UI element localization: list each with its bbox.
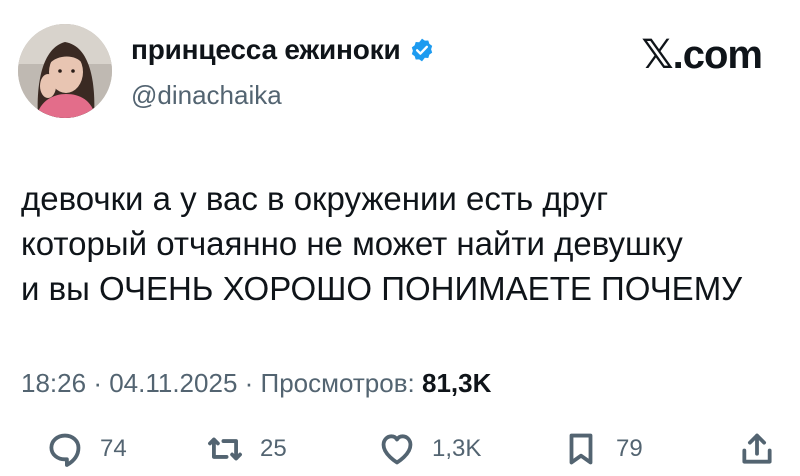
tweet-meta: 18:26 · 04.11.2025 · Просмотров: 81,3K — [21, 368, 491, 399]
views-count: 81,3K — [422, 368, 492, 398]
tweet-text: девочки а у вас в окружении есть друг ко… — [21, 176, 791, 311]
x-com-logo: 𝕏.com — [641, 33, 763, 77]
like-button[interactable]: 1,3K — [378, 430, 481, 468]
tweet-time[interactable]: 18:26 — [21, 368, 86, 398]
share-icon — [742, 433, 772, 464]
retweet-icon — [208, 437, 242, 461]
tweet-text-line: и вы ОЧЕНЬ ХОРОШО ПОНИМАЕТЕ ПОЧЕМУ — [21, 270, 743, 307]
like-count: 1,3K — [432, 435, 482, 462]
like-icon — [381, 434, 413, 465]
author-handle[interactable]: @dinachaika — [131, 80, 282, 111]
reply-count: 74 — [100, 435, 127, 462]
bookmark-button[interactable]: 79 — [562, 430, 643, 468]
bookmark-icon — [569, 433, 593, 465]
retweet-count: 25 — [260, 435, 287, 462]
reply-icon — [49, 433, 81, 467]
author-name-row: принцесса ежиноки — [131, 34, 435, 66]
avatar[interactable] — [18, 24, 112, 118]
views-label: Просмотров: — [260, 368, 415, 398]
retweet-button[interactable]: 25 — [206, 430, 287, 468]
avatar-image — [18, 24, 112, 118]
separator: · — [93, 368, 110, 398]
verified-badge-icon — [409, 37, 435, 63]
tweet-date[interactable]: 04.11.2025 — [109, 368, 237, 398]
author-display-name[interactable]: принцесса ежиноки — [131, 34, 401, 66]
tweet-text-line: который отчаянно не может найти девушку — [21, 225, 683, 262]
separator: · — [244, 368, 261, 398]
tweet-actions: 74 25 1,3K 79 — [0, 430, 800, 476]
share-button[interactable] — [738, 430, 776, 468]
tweet-text-line: девочки а у вас в окружении есть друг — [21, 180, 609, 217]
reply-button[interactable]: 74 — [46, 430, 127, 468]
bookmark-count: 79 — [616, 435, 643, 462]
